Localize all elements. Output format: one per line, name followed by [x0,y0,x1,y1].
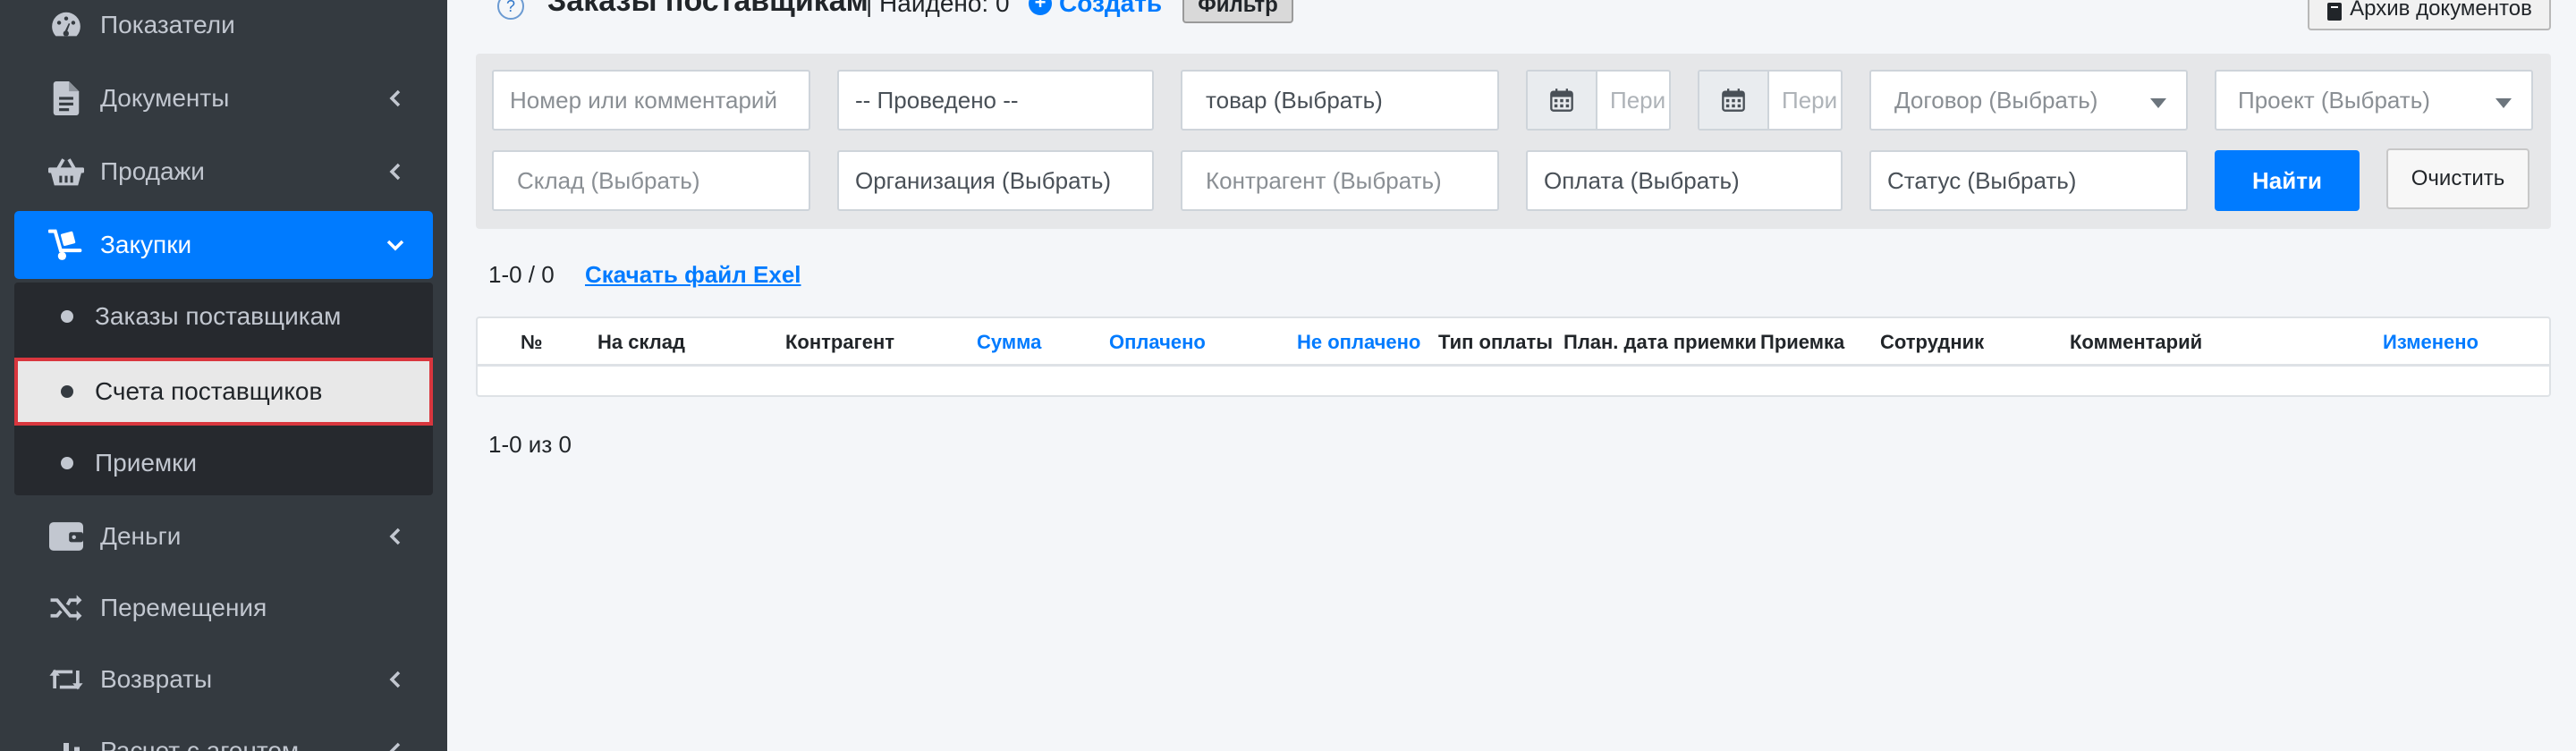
shuffle-icon [48,590,84,626]
chevron-left-icon [385,669,406,690]
column-header-paid[interactable]: Оплачено [1109,331,1206,354]
column-header-employee: Сотрудник [1880,331,1985,353]
project-select[interactable]: Проект (Выбрать) [2215,70,2533,131]
column-header-planned-date: План. дата приемки [1563,331,1757,353]
status-select[interactable]: Статус (Выбрать) [1869,150,2188,211]
sidebar-item-label: Деньги [100,522,182,550]
counterparty-select[interactable]: Контрагент (Выбрать) [1181,150,1499,211]
organization-select[interactable]: Организация (Выбрать) [837,150,1154,211]
filter-button[interactable]: Фильтр [1182,0,1293,23]
column-header-unpaid[interactable]: Не оплачено [1297,331,1420,354]
chart-icon [48,733,84,751]
table-header: № На склад Контрагент Сумма Оплачено Не … [478,318,2549,367]
sidebar-subitem-label: Приемки [95,449,198,477]
contract-select[interactable]: Договор (Выбрать) [1869,70,2188,131]
contract-select-value: Договор (Выбрать) [1894,86,2098,114]
sidebar: Показатели Документы Продажи Закупки Зак [0,0,447,751]
page-title: Заказы поставщикам [547,0,869,18]
chevron-down-icon [385,234,406,256]
column-header-number: № [521,331,543,353]
column-header-counterparty: Контрагент [785,331,895,353]
clear-button[interactable]: Очистить [2386,148,2529,209]
sidebar-item-label: Показатели [100,11,235,38]
sidebar-item-agent-settlement[interactable]: Расчет с агентом [14,717,433,751]
sidebar-item-sales[interactable]: Продажи [14,138,433,206]
sidebar-item-purchases[interactable]: Закупки [14,211,433,279]
circle-icon [61,457,73,469]
caret-down-icon [2496,98,2512,108]
circle-icon [61,310,73,323]
column-header-sum[interactable]: Сумма [977,331,1041,354]
chevron-left-icon [385,88,406,109]
column-header-comment: Комментарий [2070,331,2203,353]
sidebar-item-label: Продажи [100,157,205,185]
caret-down-icon [2150,98,2166,108]
dashboard-icon [48,7,84,43]
sidebar-item-label: Возвраты [100,665,213,693]
find-button[interactable]: Найти [2215,150,2360,211]
sidebar-item-documents[interactable]: Документы [14,64,433,132]
archive-icon [2327,3,2343,21]
sidebar-item-label: Перемещения [100,594,267,621]
plus-circle-icon: + [1029,0,1052,15]
column-header-warehouse: На склад [597,331,685,353]
pagination-count-bottom: 1-0 из 0 [488,431,572,458]
purchases-submenu: Заказы поставщикам Счета поставщиков При… [14,283,433,495]
help-icon[interactable]: ? [497,0,524,20]
sidebar-subitem-label: Заказы поставщикам [95,302,342,330]
basket-icon [48,154,84,190]
archive-button[interactable]: Архив документов [2308,0,2551,30]
sidebar-subitem-supplier-invoices[interactable]: Счета поставщиков [14,358,433,426]
circle-icon [61,385,73,398]
posted-select[interactable]: -- Проведено -- [837,70,1154,131]
number-comment-input[interactable]: Номер или комментарий [492,70,810,131]
column-header-modified[interactable]: Изменено [2383,331,2479,354]
calendar-icon[interactable] [1699,72,1769,129]
archive-label: Архив документов [2350,0,2532,21]
column-header-receipt: Приемка [1760,331,1845,353]
sidebar-subitem-receipts[interactable]: Приемки [14,429,433,497]
payment-select[interactable]: Оплата (Выбрать) [1526,150,1843,211]
period-to-input[interactable]: Пери [1769,72,1837,129]
download-excel-link[interactable]: Скачать файл Exel [585,261,801,289]
column-header-payment-type: Тип оплаты [1438,331,1554,353]
create-label: Создать [1059,0,1163,17]
chevron-left-icon [385,526,406,547]
product-select[interactable]: товар (Выбрать) [1181,70,1499,131]
calendar-icon[interactable] [1528,72,1597,129]
project-select-value: Проект (Выбрать) [2238,86,2430,114]
retweet-icon [48,662,84,697]
period-to-field[interactable]: Пери [1698,70,1843,131]
warehouse-select[interactable]: Склад (Выбрать) [492,150,810,211]
period-from-field[interactable]: Пери [1526,70,1671,131]
document-icon [48,80,84,116]
orders-table: № На склад Контрагент Сумма Оплачено Не … [476,316,2551,397]
pagination-count: 1-0 / 0 [488,261,555,288]
found-count: | Найдено: 0 [866,0,1010,17]
sidebar-subitem-label: Счета поставщиков [95,377,323,405]
sidebar-subitem-supplier-orders[interactable]: Заказы поставщикам [14,283,433,350]
create-button[interactable]: + Создать [1029,0,1162,18]
wallet-icon [48,519,84,554]
sidebar-item-money[interactable]: Деньги [14,502,433,570]
dolly-icon [48,227,84,263]
sidebar-item-label: Документы [100,84,230,112]
sidebar-item-label: Закупки [100,231,192,258]
chevron-left-icon [385,161,406,182]
sidebar-item-returns[interactable]: Возвраты [14,646,433,713]
sidebar-item-indicators[interactable]: Показатели [14,0,433,59]
period-from-input[interactable]: Пери [1597,72,1665,129]
sidebar-item-transfers[interactable]: Перемещения [14,574,433,642]
chevron-left-icon [385,740,406,751]
sidebar-item-label: Расчет с агентом [100,737,300,751]
